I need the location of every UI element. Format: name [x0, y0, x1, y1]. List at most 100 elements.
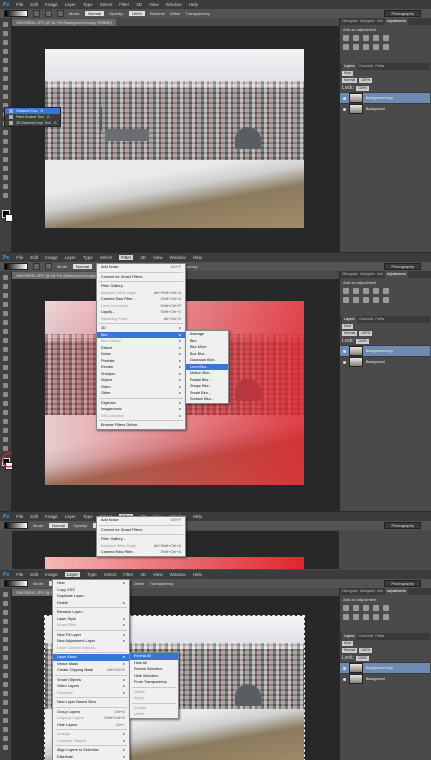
- shape-tool-icon[interactable]: [3, 175, 8, 180]
- eye-icon[interactable]: [343, 349, 346, 353]
- tab-adjustments[interactable]: Adjustments: [384, 18, 409, 25]
- brightness-icon[interactable]: [343, 605, 349, 611]
- layer-row[interactable]: Background: [340, 673, 430, 684]
- blend-mode-select[interactable]: Normal: [342, 78, 358, 83]
- angle-gradient-icon[interactable]: [57, 10, 64, 17]
- eraser-tool-icon[interactable]: [3, 365, 8, 370]
- opacity-field[interactable]: 100%: [128, 11, 145, 16]
- exposure-icon[interactable]: [373, 605, 379, 611]
- move-tool-icon[interactable]: [3, 275, 8, 280]
- filter-menu-item[interactable]: Add Noise Ctrl+F: [97, 264, 185, 271]
- layer-mask-submenu-item[interactable]: Unlink: [130, 711, 178, 718]
- menu-help[interactable]: Help: [193, 255, 202, 260]
- menu-layer[interactable]: Layer: [65, 255, 76, 260]
- brush-tool-icon[interactable]: [3, 655, 8, 660]
- brush-tool-icon[interactable]: [3, 85, 8, 90]
- hue-saturation-icon[interactable]: [343, 614, 349, 620]
- tab-histogram[interactable]: Histogram: [342, 588, 358, 595]
- menu-file[interactable]: File: [16, 514, 23, 519]
- black-white-icon[interactable]: [363, 44, 369, 50]
- levels-icon[interactable]: [353, 288, 359, 294]
- linear-gradient-icon[interactable]: [33, 10, 40, 17]
- type-tool-icon[interactable]: [3, 727, 8, 732]
- menu-type[interactable]: Type: [83, 2, 93, 7]
- tab-channels[interactable]: Channels: [359, 316, 374, 323]
- filter-menu-item[interactable]: Convert for Smart Filters: [97, 274, 185, 281]
- blend-mode-select[interactable]: Normal: [342, 331, 358, 336]
- menu-window[interactable]: Window: [170, 572, 186, 577]
- photo-filter-icon[interactable]: [373, 44, 379, 50]
- reverse-checkbox[interactable]: Reverse: [150, 11, 165, 16]
- radial-gradient-icon[interactable]: [45, 10, 52, 17]
- eraser-tool-icon[interactable]: [3, 682, 8, 687]
- clone-tool-icon[interactable]: [3, 94, 8, 99]
- menu-3d[interactable]: 3D: [140, 255, 146, 260]
- tab-paths[interactable]: Paths: [375, 63, 384, 70]
- layer-menu-item[interactable]: Create Clipping Mask Alt+Ctrl+G: [53, 667, 129, 674]
- pen-tool-icon[interactable]: [3, 148, 8, 153]
- mode-select[interactable]: Normal: [73, 264, 93, 269]
- menu-image[interactable]: Image: [45, 2, 58, 7]
- tab-histogram[interactable]: Histogram: [342, 271, 358, 278]
- pen-tool-icon[interactable]: [3, 401, 8, 406]
- shape-tool-icon[interactable]: [3, 428, 8, 433]
- menu-window[interactable]: Window: [166, 2, 182, 7]
- eye-icon[interactable]: [343, 107, 346, 111]
- layer-mask-submenu-item[interactable]: From Transparency: [130, 679, 178, 686]
- blur-submenu-item[interactable]: Surface Blur...: [186, 396, 228, 403]
- menu-3d[interactable]: 3D: [140, 572, 146, 577]
- photo-filter-icon[interactable]: [373, 614, 379, 620]
- pen-tool-icon[interactable]: [3, 718, 8, 723]
- layer-row[interactable]: Background copy: [340, 345, 430, 356]
- filter-menu-item[interactable]: Vanishing Point... Alt+Ctrl+V: [97, 316, 185, 323]
- shape-tool-icon[interactable]: [3, 745, 8, 750]
- menu-file[interactable]: File: [16, 255, 23, 260]
- path-select-icon[interactable]: [3, 166, 8, 171]
- radial-gradient-icon[interactable]: [45, 263, 52, 270]
- eye-icon[interactable]: [343, 666, 346, 670]
- lasso-tool-icon[interactable]: [3, 293, 8, 298]
- layer-row[interactable]: Background copy: [340, 92, 430, 103]
- menu-type[interactable]: Type: [83, 255, 93, 260]
- tab-info[interactable]: Info: [377, 18, 383, 25]
- tab-layers[interactable]: Layers: [342, 633, 357, 640]
- gradient-tool-icon[interactable]: [3, 374, 8, 379]
- tab-paths[interactable]: Paths: [375, 316, 384, 323]
- menu-layer[interactable]: Layer: [65, 514, 76, 519]
- crop-tool-icon[interactable]: [3, 311, 8, 316]
- filter-menu-item[interactable]: Other ▸: [97, 390, 185, 397]
- layer-opacity-field[interactable]: 100%: [359, 331, 373, 336]
- blur-tool-icon[interactable]: [3, 700, 8, 705]
- layer-row[interactable]: Background: [340, 356, 430, 367]
- eyedropper-tool-icon[interactable]: [3, 637, 8, 642]
- linear-gradient-icon[interactable]: [33, 263, 40, 270]
- layer-menu-item[interactable]: Hide Layers Ctrl+,: [53, 722, 129, 729]
- menu-help[interactable]: Help: [193, 514, 202, 519]
- fill-field[interactable]: 100%: [355, 338, 369, 344]
- move-tool-icon[interactable]: [3, 592, 8, 597]
- tab-navigator[interactable]: Navigator: [360, 588, 375, 595]
- layer-menu-item[interactable]: Combine Shapes ▸: [53, 738, 129, 745]
- eye-icon[interactable]: [343, 360, 346, 364]
- eye-icon[interactable]: [343, 677, 346, 681]
- eye-icon[interactable]: [343, 96, 346, 100]
- lasso-tool-icon[interactable]: [3, 610, 8, 615]
- quick-select-tool-icon[interactable]: [3, 619, 8, 624]
- brightness-icon[interactable]: [343, 35, 349, 41]
- menu-select[interactable]: Select: [100, 2, 113, 7]
- channel-mixer-icon[interactable]: [383, 44, 389, 50]
- clone-tool-icon[interactable]: [3, 347, 8, 352]
- channel-mixer-icon[interactable]: [383, 614, 389, 620]
- marquee-tool-icon[interactable]: [3, 31, 8, 36]
- layer-menu-item[interactable]: Rasterize ▸: [53, 690, 129, 697]
- menu-file[interactable]: File: [16, 572, 23, 577]
- channel-mixer-icon[interactable]: [383, 297, 389, 303]
- menu-edit[interactable]: Edit: [30, 2, 38, 7]
- color-balance-icon[interactable]: [353, 297, 359, 303]
- gradient-picker[interactable]: [4, 580, 28, 587]
- gradient-picker[interactable]: [4, 263, 28, 270]
- menu-layer[interactable]: Layer: [65, 2, 76, 7]
- levels-icon[interactable]: [353, 35, 359, 41]
- path-select-icon[interactable]: [3, 419, 8, 424]
- tab-paths[interactable]: Paths: [375, 633, 384, 640]
